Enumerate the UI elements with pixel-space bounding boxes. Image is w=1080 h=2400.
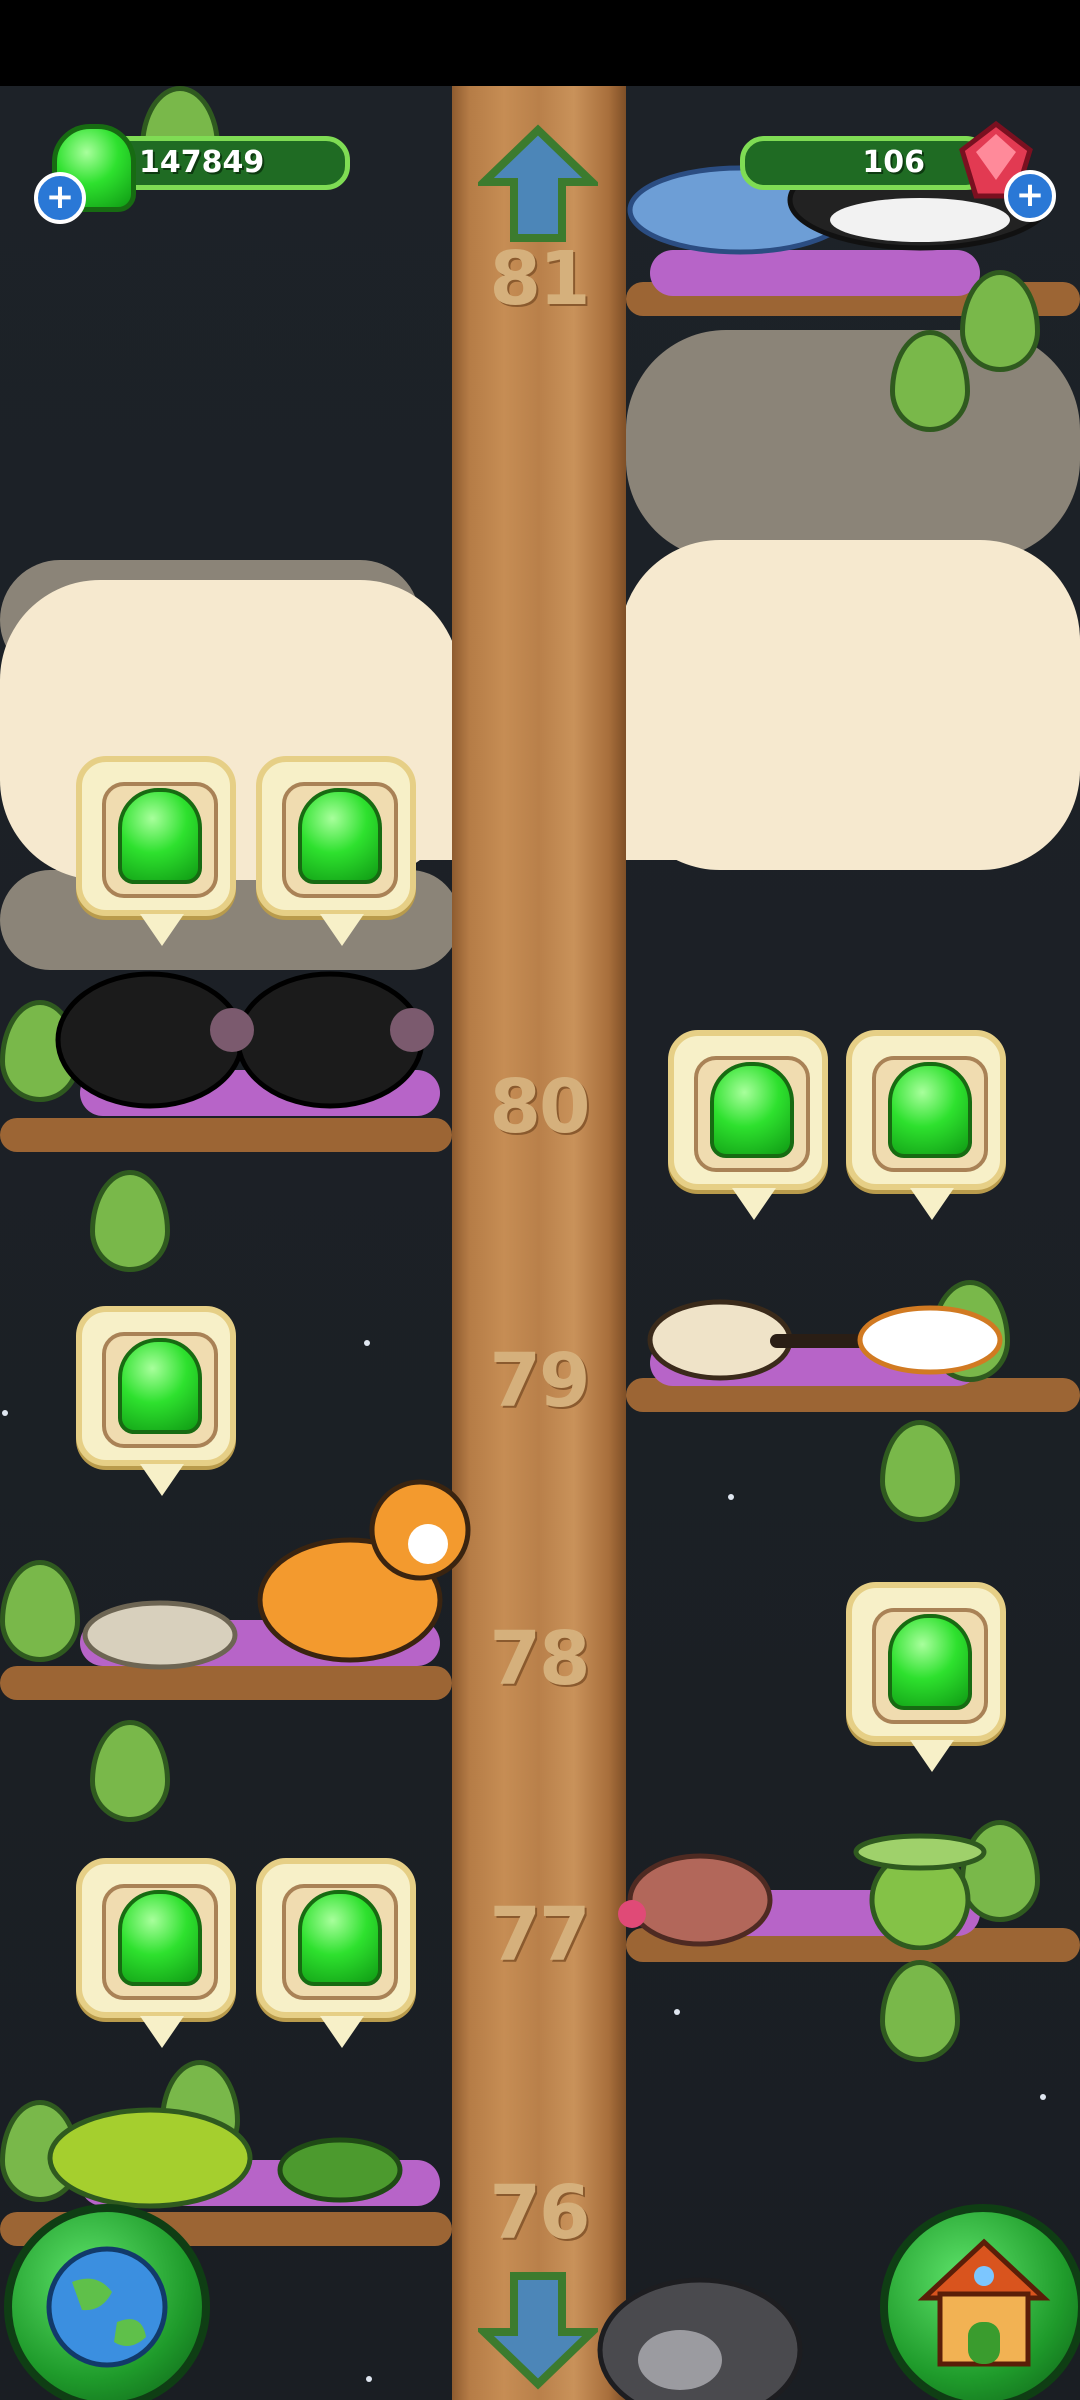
add-gems-plus-icon[interactable]: + [34, 172, 86, 224]
green-gem-icon [298, 1890, 382, 1986]
green-gem-icon [710, 1062, 794, 1158]
level-number-77: 77 [489, 1892, 591, 1978]
gem-bubble[interactable] [846, 1030, 1006, 1220]
mole-and-frog[interactable] [610, 1830, 1010, 1950]
gem-bubble[interactable] [76, 1306, 236, 1496]
gem-bubble[interactable] [256, 1858, 416, 2048]
branch-78 [0, 1666, 452, 1700]
add-rubies-plus-icon[interactable]: + [1004, 170, 1056, 222]
home-button[interactable] [880, 2204, 1080, 2400]
star [364, 1340, 370, 1346]
gem-bubble[interactable] [76, 756, 236, 946]
star [674, 2009, 680, 2015]
tiger[interactable] [240, 1470, 480, 1670]
gem-count: 147849 [139, 145, 265, 180]
ruby-counter: 106 [740, 136, 990, 190]
green-gem-icon [118, 1338, 202, 1434]
star [728, 1494, 734, 1500]
gem-bubble[interactable] [846, 1582, 1006, 1772]
ruby-count: 106 [862, 145, 925, 180]
game-stage: 81 80 79 78 77 76 147849 + 106 + [0, 0, 1080, 2400]
bird-and-koi[interactable] [630, 1270, 1010, 1390]
star [366, 2376, 372, 2382]
green-gem-icon [118, 1890, 202, 1986]
black-sheep-pair[interactable] [50, 960, 450, 1110]
gem-bubble[interactable] [76, 1858, 236, 2048]
turtle-and-frog[interactable] [40, 2090, 440, 2220]
level-number-79: 79 [489, 1338, 591, 1424]
branch-80 [0, 1118, 452, 1152]
level-number-81: 81 [489, 236, 591, 322]
star [2, 1410, 8, 1416]
green-gem-icon [118, 788, 202, 884]
green-gem-icon [298, 788, 382, 884]
green-gem-icon [888, 1614, 972, 1710]
arrow-up-icon[interactable] [478, 124, 598, 244]
arrow-down-icon[interactable] [478, 2270, 598, 2390]
tree-trunk [452, 86, 626, 2400]
globe-icon [46, 2246, 168, 2368]
sleeping-cat[interactable] [80, 1590, 250, 1670]
level-number-76: 76 [489, 2170, 591, 2256]
level-number-80: 80 [489, 1064, 591, 1150]
house-icon [917, 2238, 1051, 2367]
status-bar [0, 0, 1080, 86]
gem-bubble[interactable] [668, 1030, 828, 1220]
gem-bubble[interactable] [256, 756, 416, 946]
green-gem-icon [888, 1062, 972, 1158]
map-button[interactable] [4, 2204, 210, 2400]
star [1040, 2094, 1046, 2100]
gorilla[interactable] [590, 2260, 820, 2400]
